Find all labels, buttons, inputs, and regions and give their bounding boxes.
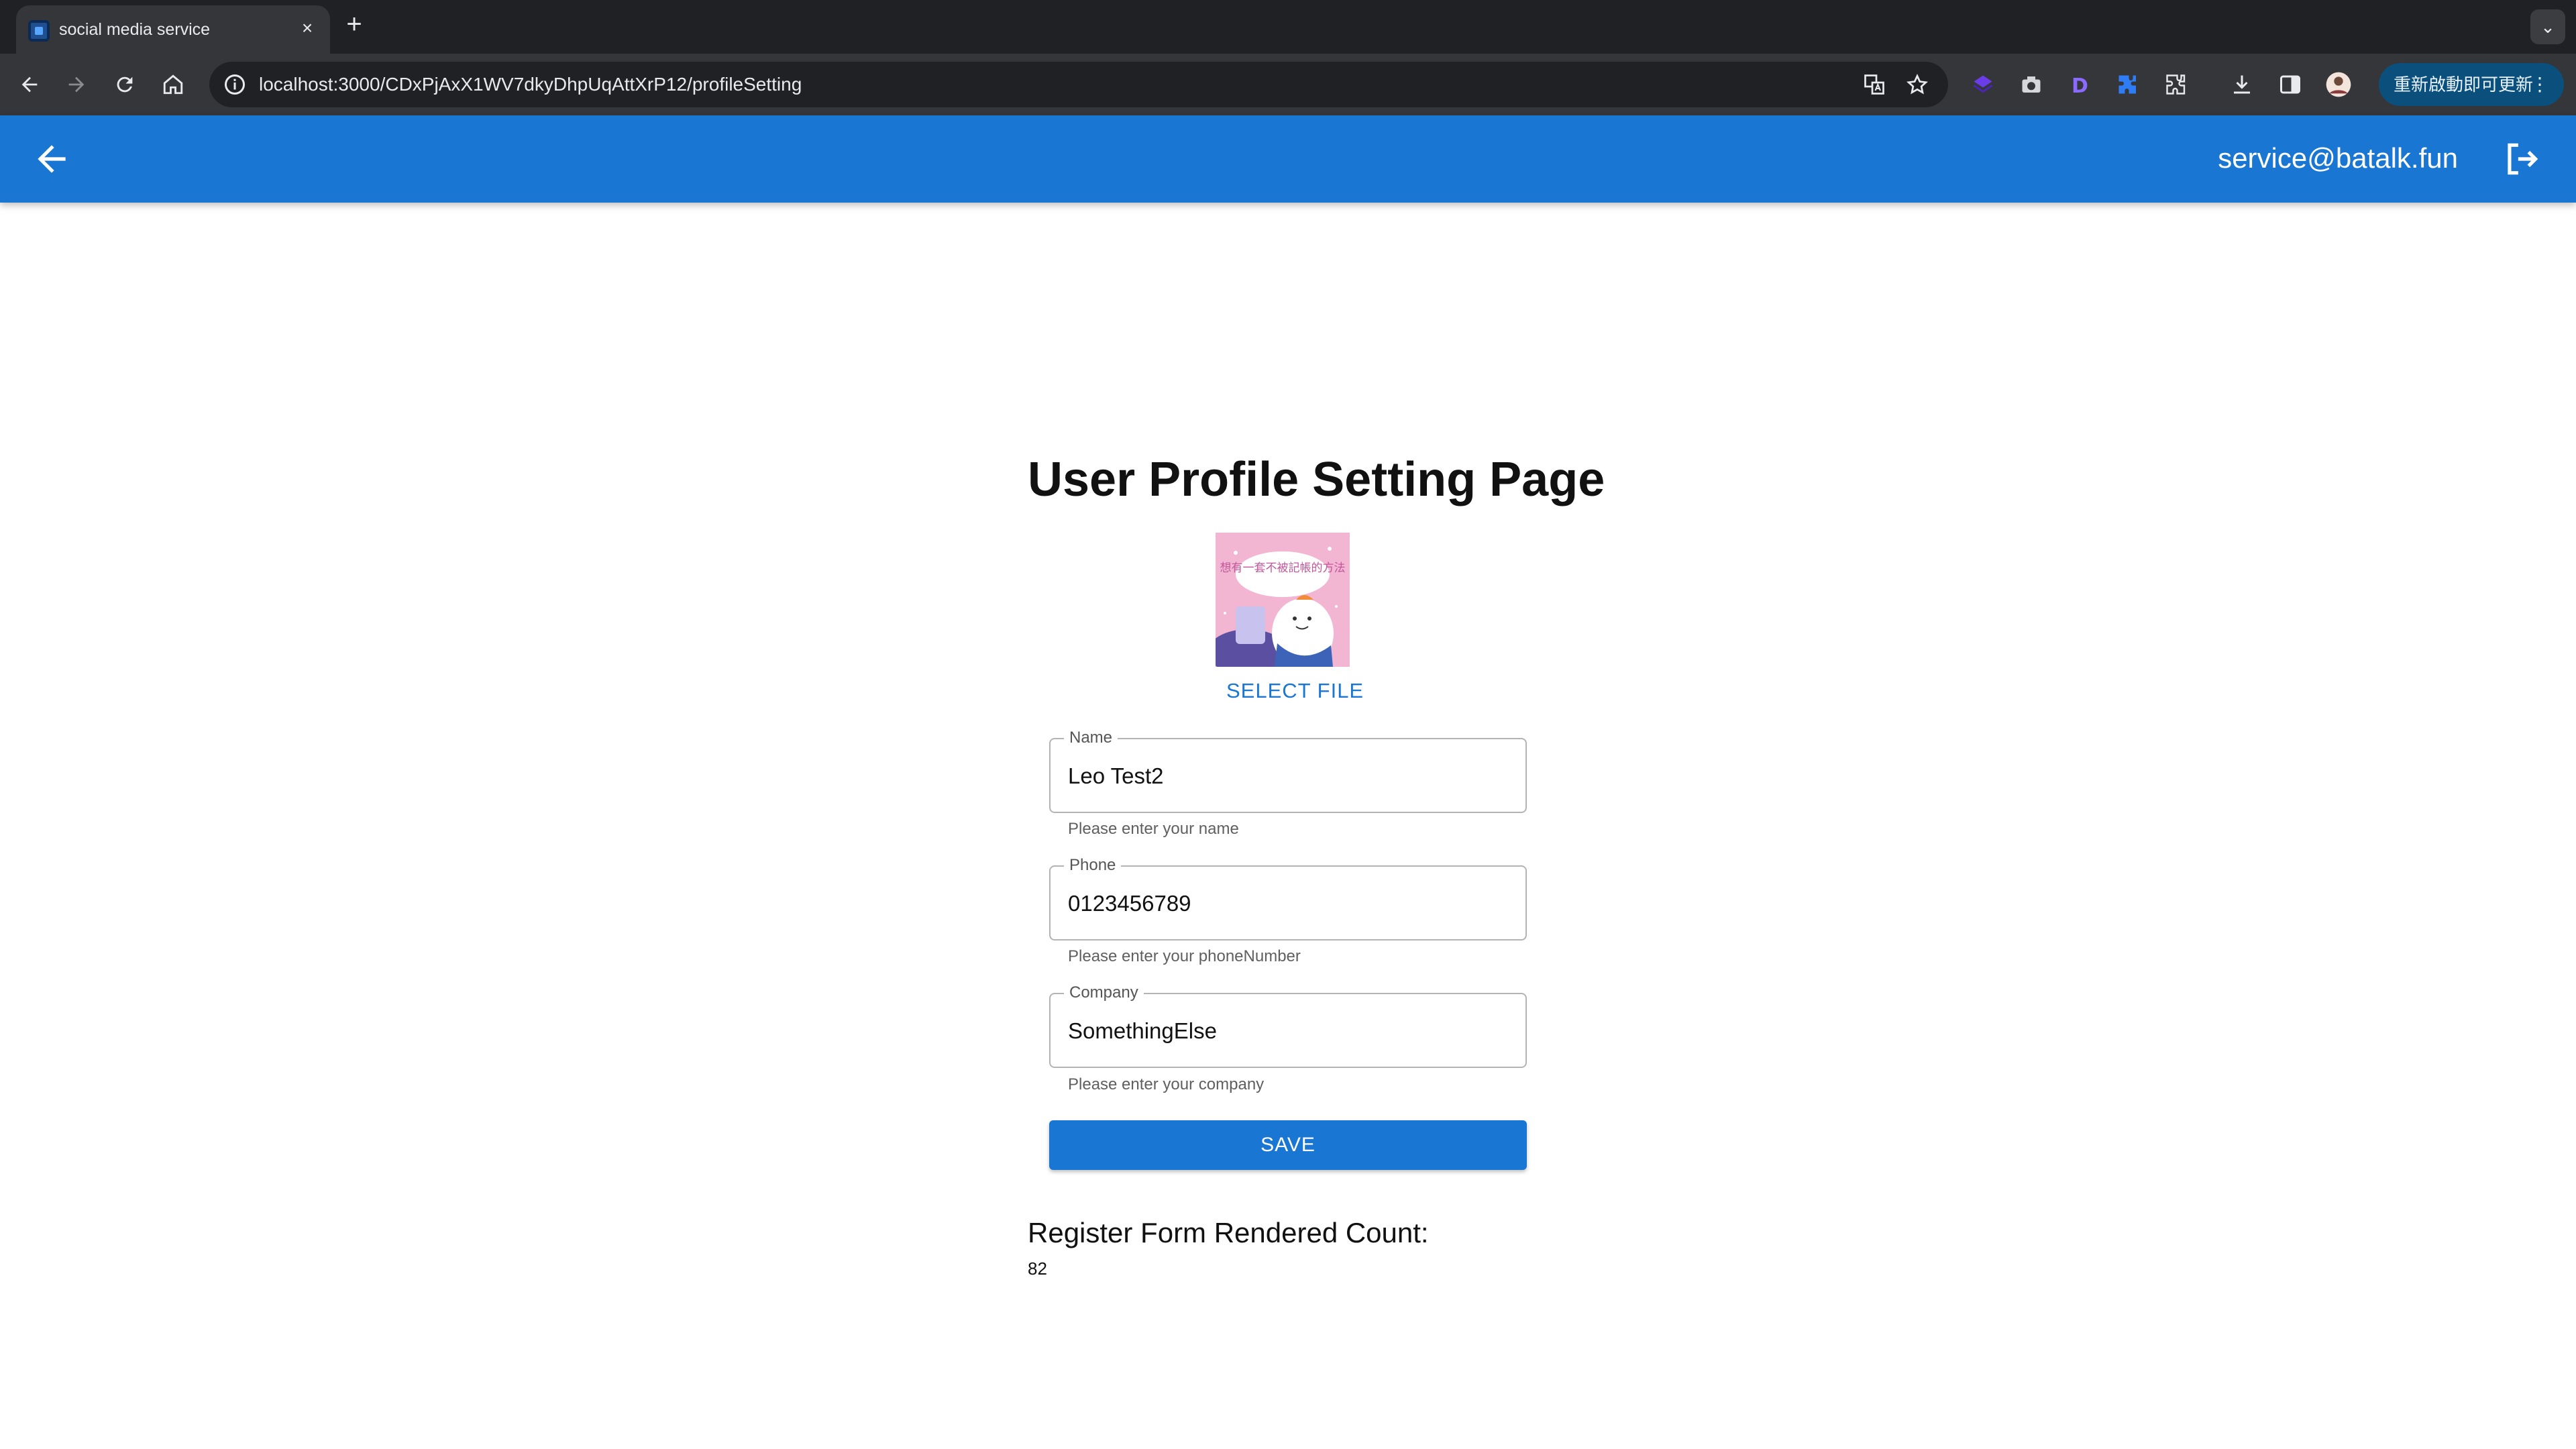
update-label: 重新啟動即可更新	[2394, 74, 2534, 95]
save-button[interactable]: SAVE	[1049, 1120, 1527, 1170]
d-extension-icon[interactable]: D	[2065, 70, 2094, 99]
extension-1-icon[interactable]	[1968, 70, 1998, 99]
favicon-icon	[28, 20, 50, 42]
browser-tab[interactable]: social media service ×	[16, 5, 330, 54]
company-field[interactable]: Company	[1049, 983, 1527, 1068]
arrow-left-icon	[38, 145, 66, 173]
company-label: Company	[1064, 983, 1144, 1002]
side-panel-icon[interactable]	[2275, 70, 2305, 99]
phone-helper-text: Please enter your phoneNumber	[1068, 947, 1301, 965]
arrow-right-icon	[68, 76, 85, 93]
download-icon[interactable]	[2227, 70, 2257, 99]
avatar-caption-text: 想有一套不被記帳的方法	[1220, 561, 1346, 575]
render-count-label: Register Form Rendered Count:	[1028, 1217, 1429, 1248]
url-text[interactable]: localhost:3000/CDxPjAxX1WV7dkyDhpUqAttXr…	[259, 74, 802, 95]
render-count-value: 82	[1028, 1258, 1047, 1279]
translate-icon[interactable]	[1861, 71, 1888, 98]
profile-avatar-icon[interactable]	[2324, 70, 2353, 99]
tab-close-icon[interactable]: ×	[294, 15, 321, 42]
extensions-menu-icon[interactable]	[2161, 70, 2191, 99]
tab-title: social media service	[59, 20, 211, 39]
phone-input[interactable]	[1068, 885, 1511, 922]
phone-label: Phone	[1064, 856, 1122, 875]
profile-avatar: 想有一套不被記帳的方法	[1216, 533, 1350, 667]
camera-extension-icon[interactable]	[2017, 70, 2046, 99]
reload-button[interactable]	[106, 66, 144, 103]
phone-field[interactable]: Phone	[1049, 856, 1527, 941]
page-title: User Profile Setting Page	[1028, 453, 1605, 506]
browser-tabstrip: social media service × + ⌄	[0, 0, 2576, 54]
update-chrome-button[interactable]: 重新啟動即可更新 ⋮	[2379, 63, 2564, 106]
home-icon	[163, 74, 183, 95]
name-input[interactable]	[1068, 758, 1511, 794]
reload-icon	[117, 76, 133, 93]
company-helper-text: Please enter your company	[1068, 1075, 1265, 1093]
tab-search-button[interactable]: ⌄	[2530, 9, 2565, 44]
logout-button[interactable]	[2501, 138, 2542, 180]
more-vert-icon: ⋮	[2530, 74, 2549, 95]
forward-nav-button[interactable]	[58, 66, 95, 103]
puzzle-extension-icon[interactable]	[2113, 70, 2143, 99]
site-info-icon[interactable]	[223, 72, 247, 97]
user-email: service@batalk.fun	[2218, 142, 2458, 174]
name-label: Name	[1064, 729, 1118, 747]
name-helper-text: Please enter your name	[1068, 820, 1239, 838]
app-bar: service@batalk.fun	[0, 115, 2576, 203]
address-bar[interactable]: localhost:3000/CDxPjAxX1WV7dkyDhpUqAttXr…	[209, 62, 1948, 107]
arrow-left-icon	[21, 76, 38, 93]
svg-text:D: D	[2072, 74, 2088, 97]
new-tab-button[interactable]: +	[341, 11, 368, 39]
select-file-button[interactable]: SELECT FILE	[1226, 679, 1364, 703]
back-nav-button[interactable]	[11, 66, 48, 103]
company-input[interactable]	[1068, 1013, 1511, 1049]
name-field[interactable]: Name	[1049, 729, 1527, 813]
back-button[interactable]	[31, 138, 72, 180]
logout-icon	[2508, 143, 2538, 175]
home-button[interactable]	[154, 66, 192, 103]
bookmark-star-icon[interactable]	[1904, 71, 1931, 98]
